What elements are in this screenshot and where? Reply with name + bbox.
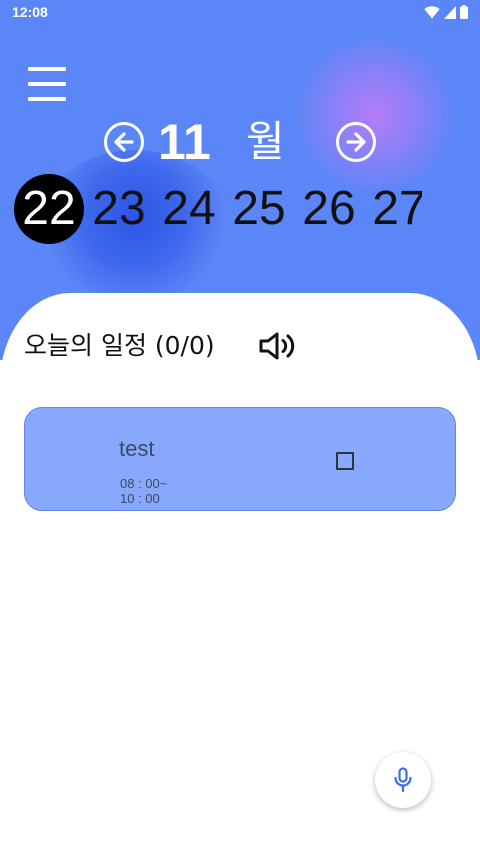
task-card[interactable]: test 08 : 00~ 10 : 00 [24, 407, 456, 511]
speaker-button[interactable] [258, 330, 298, 362]
task-title: test [119, 436, 155, 461]
date-item[interactable]: 26 [294, 174, 364, 244]
month-unit-label: 월 [246, 117, 285, 166]
arrow-right-icon [346, 132, 366, 152]
menu-icon-bar [28, 82, 66, 86]
task-time-end: 10 : 00 [120, 491, 160, 506]
date-item-selected[interactable]: 22 [14, 174, 84, 244]
wifi-icon [424, 5, 440, 18]
date-item[interactable]: 25 [224, 174, 294, 244]
signal-icon [444, 5, 456, 19]
voice-input-button[interactable] [375, 752, 431, 808]
microphone-icon [394, 767, 412, 793]
menu-button[interactable] [28, 64, 68, 104]
status-icons [424, 5, 468, 19]
date-item[interactable]: 23 [84, 174, 154, 244]
app-screen: 12:08 11 월 22 23 24 25 26 27 오늘의 일정 (0/0… [0, 0, 480, 854]
battery-icon [460, 5, 468, 19]
date-item[interactable]: 27 [364, 174, 422, 244]
task-time: 08 : 00~ 10 : 00 [120, 476, 200, 506]
status-time: 12:08 [12, 4, 48, 20]
date-strip: 22 23 24 25 26 27 [14, 174, 422, 246]
status-bar: 12:08 [0, 0, 480, 24]
month-number: 11 [158, 114, 211, 170]
prev-month-button[interactable] [104, 122, 144, 162]
month-selector: 11 월 [0, 112, 480, 172]
next-month-button[interactable] [336, 122, 376, 162]
task-time-start: 08 : 00~ [120, 476, 168, 491]
date-item[interactable]: 24 [154, 174, 224, 244]
today-schedule-title: 오늘의 일정 (0/0) [24, 331, 215, 360]
task-checkbox[interactable] [336, 452, 354, 470]
speaker-icon [259, 332, 295, 360]
menu-icon-bar [28, 67, 66, 71]
menu-icon-bar [28, 97, 66, 101]
arrow-left-icon [114, 132, 134, 152]
